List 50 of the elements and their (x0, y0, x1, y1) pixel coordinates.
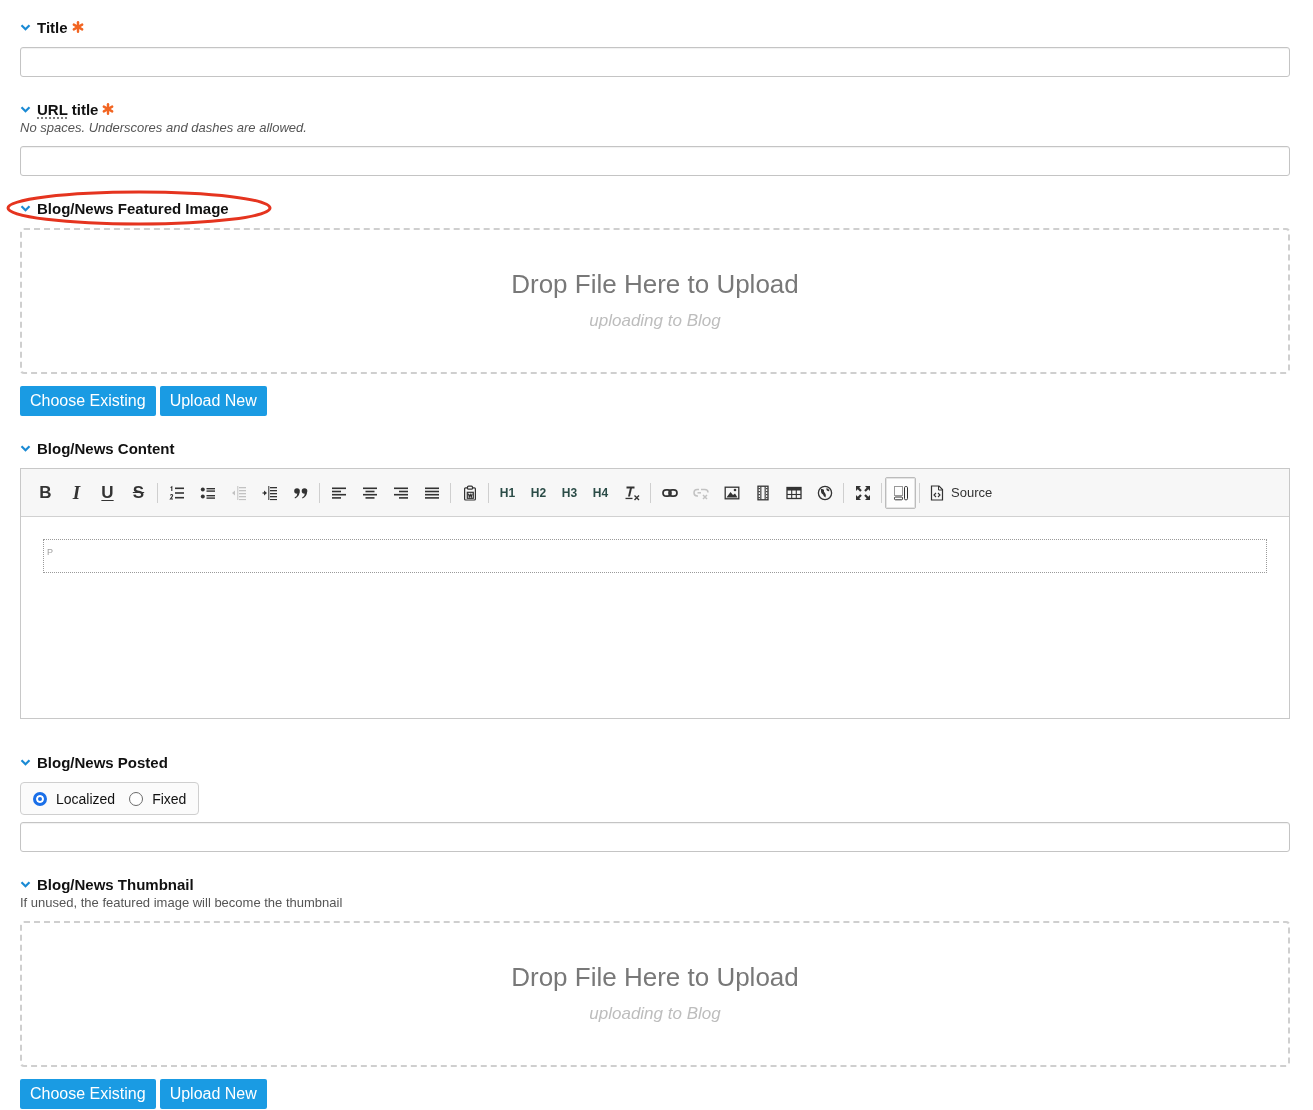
date-input[interactable] (20, 822, 1290, 852)
bold-button[interactable]: B (30, 476, 61, 509)
heading-button[interactable]: H4 (585, 476, 616, 509)
clipboard-icon (461, 484, 478, 501)
source-button[interactable]: Source (923, 476, 999, 509)
field-hint: If unused, the featured image will become the thumbnail (20, 894, 344, 911)
field-label: Title (37, 18, 68, 36)
indent-icon (261, 484, 278, 501)
drop-zone-subtitle: uploading to Blog (589, 1003, 721, 1025)
drop-zone-subtitle: uploading to Blog (589, 310, 721, 332)
field-label: Blog/News Thumbnail (37, 875, 194, 893)
show-blocks-button[interactable] (885, 476, 916, 509)
globe-icon (816, 484, 833, 501)
chevron-down-icon[interactable] (20, 204, 31, 212)
show-blocks-icon (892, 484, 909, 501)
remove-format-icon (623, 484, 640, 501)
strikethrough-button[interactable]: S (123, 476, 154, 509)
chevron-down-icon[interactable] (20, 880, 31, 888)
table-icon (785, 484, 802, 501)
text-input[interactable] (20, 146, 1290, 176)
drop-zone[interactable]: Drop File Here to Upload uploading to Blog (20, 921, 1290, 1067)
chevron-down-icon[interactable] (20, 758, 31, 766)
block-tag-label: P (47, 547, 53, 557)
chevron-down-icon[interactable] (20, 105, 31, 113)
field-label: Blog/News Featured Image (37, 199, 229, 217)
field-label: Blog/News Posted (37, 753, 168, 771)
heading-button[interactable]: H3 (554, 476, 585, 509)
drop-zone[interactable]: Drop File Here to Upload uploading to Blog (20, 228, 1290, 374)
field-label: URL title (37, 100, 99, 118)
image-icon (723, 484, 740, 501)
italic-button[interactable]: I (61, 476, 92, 509)
heading-button[interactable]: H2 (523, 476, 554, 509)
radio-label[interactable]: Fixed (152, 790, 187, 807)
field-label: Blog/News Content (37, 439, 175, 457)
chevron-down-icon[interactable] (20, 23, 31, 31)
radio-button[interactable] (129, 791, 144, 806)
underline-button[interactable]: U (92, 476, 123, 509)
source-code-icon (929, 484, 945, 501)
field-hint: No spaces. Underscores and dashes are allowed. (20, 119, 308, 136)
outdent-icon (230, 484, 247, 501)
numbered-list-icon (168, 484, 185, 501)
film-strip-icon (754, 484, 771, 501)
heading-button[interactable]: H1 (492, 476, 523, 509)
chevron-down-icon[interactable] (20, 444, 31, 452)
drop-zone-title: Drop File Here to Upload (511, 961, 799, 993)
maximize-icon (854, 484, 871, 501)
drop-zone-title: Drop File Here to Upload (511, 268, 799, 300)
radio-label[interactable]: Localized (56, 790, 116, 807)
radio-button[interactable] (33, 791, 47, 806)
text-input[interactable] (20, 47, 1290, 77)
